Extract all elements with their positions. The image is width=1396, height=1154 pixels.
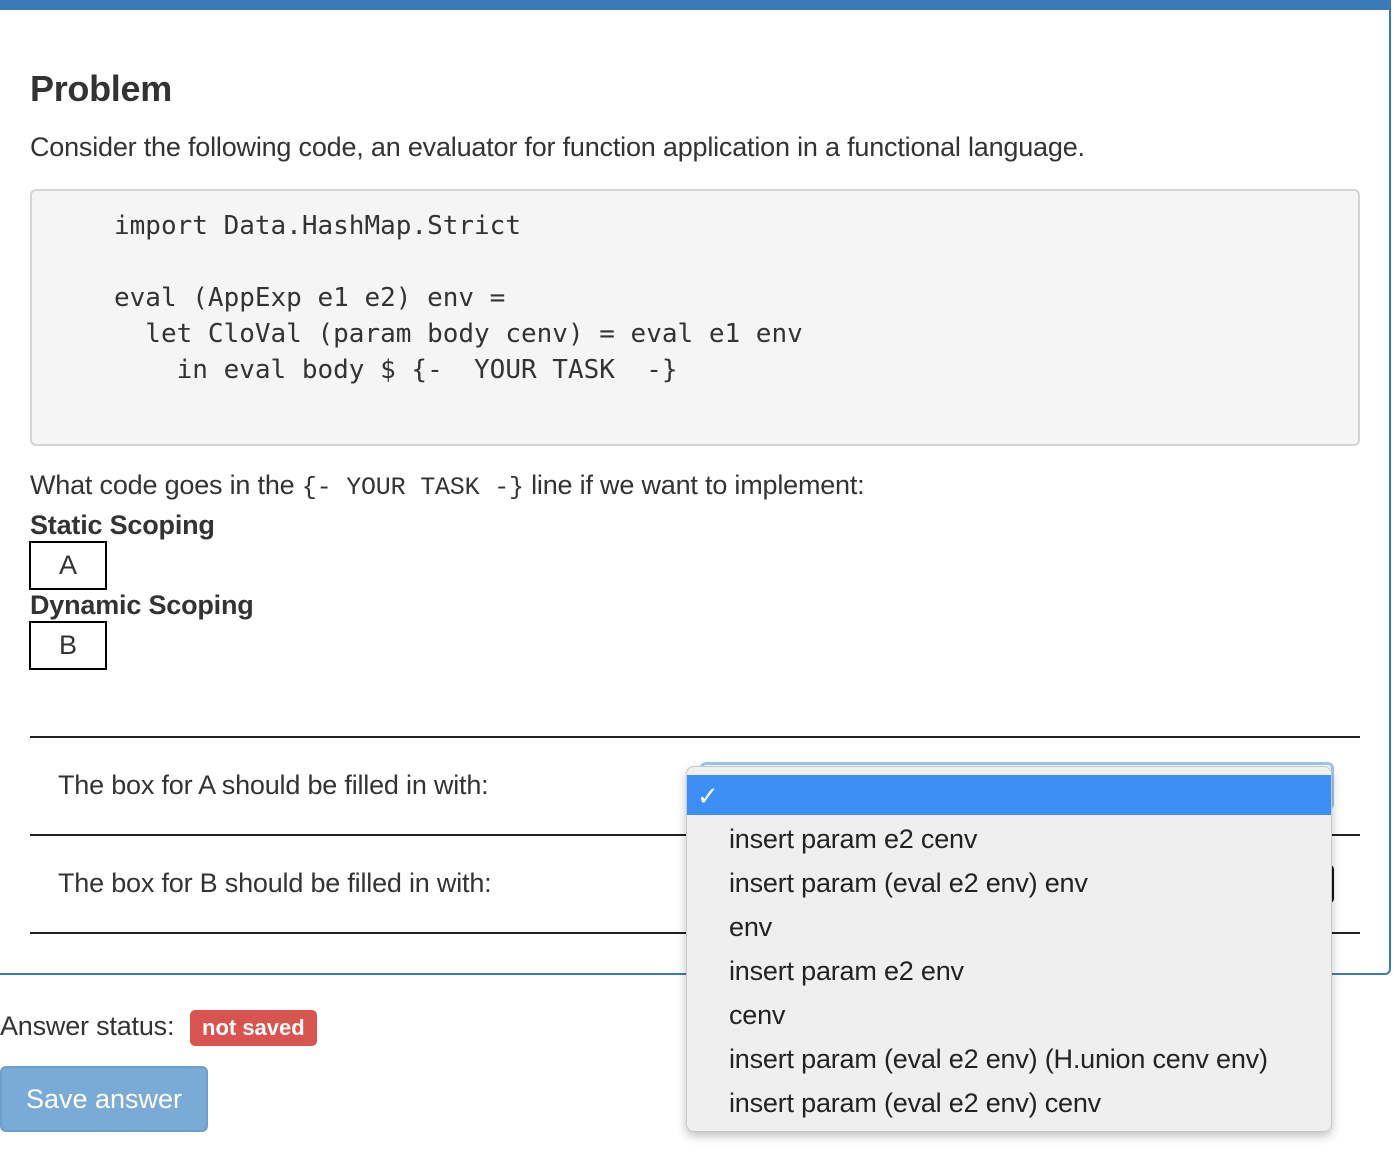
box-a: A [29,541,107,590]
dropdown-option[interactable]: insert param (eval e2 env) cenv [687,1081,1331,1125]
problem-intro: Consider the following code, an evaluato… [30,132,1085,162]
table-rule-top [30,736,1360,738]
code-line-1: import Data.HashMap.Strict [114,211,521,241]
dropdown-option-blank[interactable]: ✓ [687,775,1331,815]
code-line-4: in eval body $ {- YOUR TASK -} [114,355,678,385]
code-block: import Data.HashMap.Strict eval (AppExp … [30,189,1360,446]
row-b-label: The box for B should be filled in with: [58,868,492,898]
answer-status-label: Answer status: [0,1011,175,1041]
question-prefix: What code goes in the [30,470,302,500]
checkmark-icon: ✓ [697,782,719,812]
save-answer-button[interactable]: Save answer [0,1066,208,1132]
question-code: {- YOUR TASK -} [301,473,524,502]
box-b: B [29,621,107,670]
code-line-2: eval (AppExp e1 e2) env = [114,283,506,313]
dropdown-option[interactable]: env [687,905,1331,949]
problem-title: Problem [30,68,172,109]
dropdown-option[interactable]: insert param e2 env [687,949,1331,993]
dropdown-option[interactable]: insert param (eval e2 env) (H.union cenv… [687,1037,1331,1081]
question-text: What code goes in the {- YOUR TASK -} li… [30,470,865,502]
dropdown-option[interactable]: insert param e2 cenv [687,817,1331,861]
static-scoping-label: Static Scoping [30,510,215,540]
select-dropdown-menu: ✓ insert param e2 cenv insert param (eva… [686,766,1332,1132]
status-badge: not saved [190,1010,317,1046]
question-suffix: line if we want to implement: [523,470,865,500]
code-line-3: let CloVal (param body cenv) = eval e1 e… [114,319,803,349]
dropdown-option[interactable]: cenv [687,993,1331,1037]
dynamic-scoping-label: Dynamic Scoping [30,590,254,620]
row-a-label: The box for A should be filled in with: [58,770,489,800]
dropdown-option[interactable]: insert param (eval e2 env) env [687,861,1331,905]
